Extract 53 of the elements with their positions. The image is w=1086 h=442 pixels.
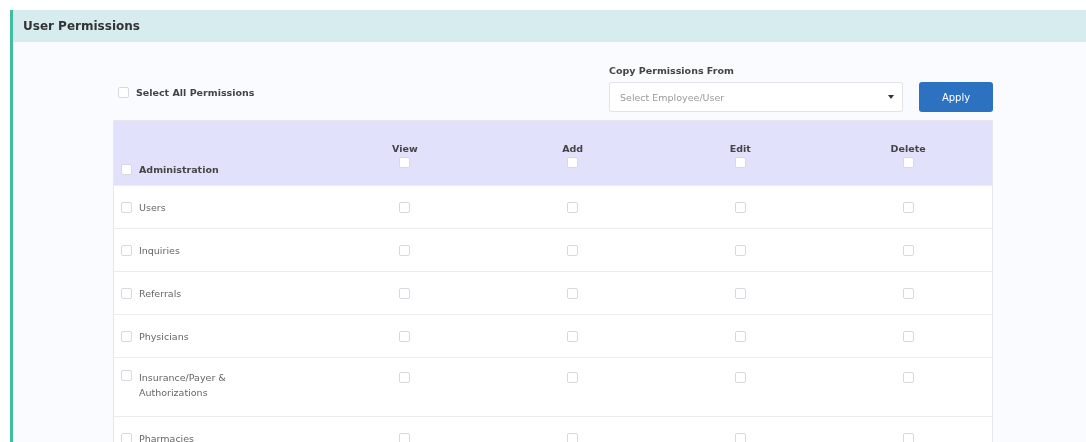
checkbox[interactable] bbox=[121, 330, 132, 342]
checkbox[interactable] bbox=[118, 87, 129, 98]
checkbox[interactable] bbox=[734, 201, 746, 213]
checkbox[interactable] bbox=[734, 330, 746, 342]
checkbox[interactable] bbox=[567, 244, 579, 256]
checkbox[interactable] bbox=[734, 287, 746, 299]
checkbox[interactable] bbox=[567, 372, 579, 383]
checkbox[interactable] bbox=[399, 156, 411, 168]
checkbox[interactable] bbox=[567, 432, 579, 442]
checkbox[interactable] bbox=[399, 201, 411, 213]
checkbox[interactable] bbox=[121, 164, 132, 175]
checkbox[interactable] bbox=[902, 432, 914, 442]
checkbox[interactable] bbox=[121, 370, 132, 381]
checkbox[interactable] bbox=[399, 287, 411, 299]
checkbox[interactable] bbox=[121, 201, 132, 213]
checkbox[interactable] bbox=[121, 432, 132, 442]
column-header: View bbox=[392, 142, 418, 154]
row-label: Insurance/Payer & Authorizations bbox=[139, 371, 227, 400]
checkbox[interactable] bbox=[567, 287, 579, 299]
checkbox[interactable] bbox=[902, 201, 914, 213]
checkbox[interactable] bbox=[902, 372, 914, 383]
column-header: Delete bbox=[890, 142, 926, 154]
checkbox[interactable] bbox=[902, 330, 914, 342]
checkbox[interactable] bbox=[399, 432, 411, 442]
column-header: Edit bbox=[729, 142, 751, 154]
panel-title: User Permissions bbox=[23, 19, 140, 33]
group-label: Administration bbox=[139, 164, 219, 175]
row-label: Referrals bbox=[139, 286, 183, 301]
select-all-label: Select All Permissions bbox=[136, 87, 255, 98]
checkbox[interactable] bbox=[567, 201, 579, 213]
checkbox[interactable] bbox=[734, 156, 746, 168]
caret-icon bbox=[888, 95, 894, 99]
row-label: Physicians bbox=[139, 329, 190, 344]
row-label: Pharmacies bbox=[139, 431, 196, 442]
employee-select[interactable]: Select Employee/User bbox=[609, 82, 903, 112]
checkbox[interactable] bbox=[734, 244, 746, 256]
checkbox[interactable] bbox=[734, 372, 746, 383]
checkbox[interactable] bbox=[399, 244, 411, 256]
checkbox[interactable] bbox=[121, 244, 132, 256]
copy-permissions-label: Copy Permissions From bbox=[609, 65, 735, 76]
checkbox[interactable] bbox=[399, 330, 411, 342]
checkbox[interactable] bbox=[902, 244, 914, 256]
checkbox[interactable] bbox=[734, 432, 746, 442]
checkbox[interactable] bbox=[902, 287, 914, 299]
checkbox[interactable] bbox=[902, 156, 914, 168]
checkbox[interactable] bbox=[567, 156, 579, 168]
checkbox[interactable] bbox=[121, 287, 132, 299]
checkbox[interactable] bbox=[567, 330, 579, 342]
row-label: Inquiries bbox=[139, 243, 181, 258]
column-header: Add bbox=[562, 142, 584, 154]
apply-button[interactable]: Apply bbox=[919, 82, 993, 112]
row-label: Users bbox=[139, 200, 167, 215]
checkbox[interactable] bbox=[399, 372, 411, 383]
